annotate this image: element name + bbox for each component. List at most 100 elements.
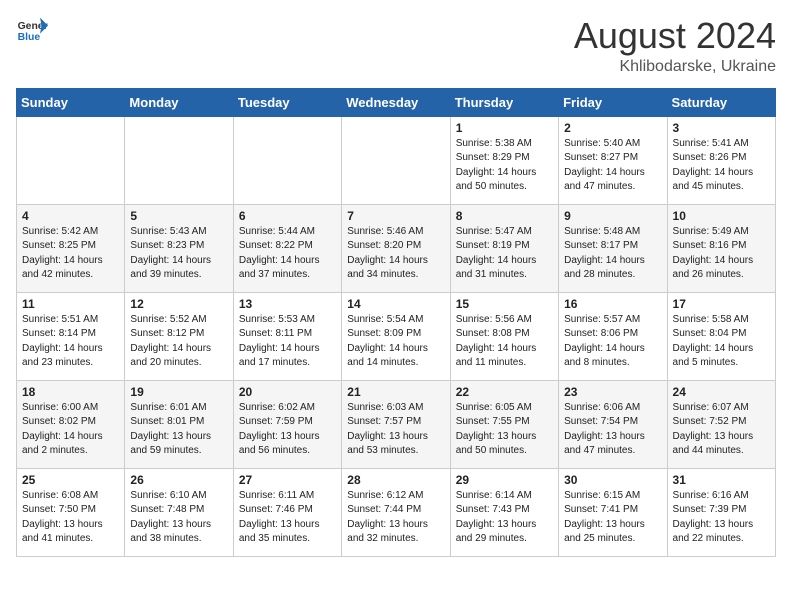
day-info: Sunrise: 5:52 AM Sunset: 8:12 PM Dayligh… [130,313,227,371]
day-info: Sunrise: 6:03 AM Sunset: 7:57 PM Dayligh… [347,401,444,459]
table-row: 18Sunrise: 6:00 AM Sunset: 8:02 PM Dayli… [17,380,125,468]
calendar-header-row: Sunday Monday Tuesday Wednesday Thursday… [17,88,776,116]
day-number: 27 [239,473,336,487]
svg-text:Blue: Blue [18,32,41,43]
day-info: Sunrise: 5:47 AM Sunset: 8:19 PM Dayligh… [456,225,553,283]
table-row: 12Sunrise: 5:52 AM Sunset: 8:12 PM Dayli… [125,292,233,380]
day-number: 1 [456,121,553,135]
table-row: 9 Sunrise: 5:48 AM Sunset: 8:17 PM Daylig… [559,204,667,292]
day-info: Sunrise: 6:08 AM Sunset: 7:50 PM Dayligh… [22,489,119,547]
table-row: 28 Sunrise: 6:12 AM Sunset: 7:44 PM Dayli… [342,468,450,556]
table-row: 5 Sunrise: 5:43 AM Sunset: 8:23 PM Daylig… [125,204,233,292]
table-row: 2 Sunrise: 5:40 AM Sunset: 8:27 PM Daylig… [559,116,667,204]
page-header: General Blue August 2024 Khlibodarske, U… [16,16,776,76]
table-row: 6 Sunrise: 5:44 AM Sunset: 8:22 PM Daylig… [233,204,341,292]
day-info: Sunrise: 6:05 AM Sunset: 7:55 PM Dayligh… [456,401,553,459]
day-info: Sunrise: 5:43 AM Sunset: 8:23 PM Dayligh… [130,225,227,283]
day-number: 6 [239,209,336,223]
calendar-week-5: 25 Sunrise: 6:08 AM Sunset: 7:50 PM Dayli… [17,468,776,556]
table-row [342,116,450,204]
calendar-week-3: 11Sunrise: 5:51 AM Sunset: 8:14 PM Dayli… [17,292,776,380]
day-number: 17 [673,297,770,311]
day-info: Sunrise: 5:40 AM Sunset: 8:27 PM Dayligh… [564,137,661,195]
table-row: 27 Sunrise: 6:11 AM Sunset: 7:46 PM Dayli… [233,468,341,556]
month-year-title: August 2024 [574,16,776,56]
table-row: 26 Sunrise: 6:10 AM Sunset: 7:48 PM Dayli… [125,468,233,556]
day-info: Sunrise: 6:16 AM Sunset: 7:39 PM Dayligh… [673,489,770,547]
day-info: Sunrise: 6:10 AM Sunset: 7:48 PM Dayligh… [130,489,227,547]
day-number: 20 [239,385,336,399]
day-number: 15 [456,297,553,311]
logo-icon: General Blue [16,16,48,44]
day-info: Sunrise: 5:57 AM Sunset: 8:06 PM Dayligh… [564,313,661,371]
col-tuesday: Tuesday [233,88,341,116]
day-number: 23 [564,385,661,399]
table-row: 10 Sunrise: 5:49 AM Sunset: 8:16 PM Dayli… [667,204,775,292]
day-number: 29 [456,473,553,487]
day-number: 2 [564,121,661,135]
day-info: Sunrise: 5:48 AM Sunset: 8:17 PM Dayligh… [564,225,661,283]
day-number: 11 [22,297,119,311]
day-number: 3 [673,121,770,135]
table-row: 22Sunrise: 6:05 AM Sunset: 7:55 PM Dayli… [450,380,558,468]
table-row: 24Sunrise: 6:07 AM Sunset: 7:52 PM Dayli… [667,380,775,468]
day-info: Sunrise: 6:07 AM Sunset: 7:52 PM Dayligh… [673,401,770,459]
table-row: 1 Sunrise: 5:38 AM Sunset: 8:29 PM Daylig… [450,116,558,204]
day-info: Sunrise: 6:11 AM Sunset: 7:46 PM Dayligh… [239,489,336,547]
table-row: 16 Sunrise: 5:57 AM Sunset: 8:06 PM Dayli… [559,292,667,380]
table-row [233,116,341,204]
day-number: 28 [347,473,444,487]
col-monday: Monday [125,88,233,116]
day-info: Sunrise: 5:44 AM Sunset: 8:22 PM Dayligh… [239,225,336,283]
location-subtitle: Khlibodarske, Ukraine [574,58,776,76]
table-row: 13Sunrise: 5:53 AM Sunset: 8:11 PM Dayli… [233,292,341,380]
day-info: Sunrise: 5:41 AM Sunset: 8:26 PM Dayligh… [673,137,770,195]
table-row [125,116,233,204]
day-info: Sunrise: 6:14 AM Sunset: 7:43 PM Dayligh… [456,489,553,547]
col-thursday: Thursday [450,88,558,116]
day-info: Sunrise: 5:46 AM Sunset: 8:20 PM Dayligh… [347,225,444,283]
day-number: 30 [564,473,661,487]
day-info: Sunrise: 5:58 AM Sunset: 8:04 PM Dayligh… [673,313,770,371]
day-info: Sunrise: 6:15 AM Sunset: 7:41 PM Dayligh… [564,489,661,547]
calendar-week-4: 18Sunrise: 6:00 AM Sunset: 8:02 PM Dayli… [17,380,776,468]
table-row: 7 Sunrise: 5:46 AM Sunset: 8:20 PM Daylig… [342,204,450,292]
day-info: Sunrise: 5:54 AM Sunset: 8:09 PM Dayligh… [347,313,444,371]
col-sunday: Sunday [17,88,125,116]
table-row: 21 Sunrise: 6:03 AM Sunset: 7:57 PM Dayli… [342,380,450,468]
day-number: 18 [22,385,119,399]
day-number: 4 [22,209,119,223]
day-number: 8 [456,209,553,223]
day-info: Sunrise: 5:42 AM Sunset: 8:25 PM Dayligh… [22,225,119,283]
day-info: Sunrise: 6:06 AM Sunset: 7:54 PM Dayligh… [564,401,661,459]
table-row: 29 Sunrise: 6:14 AM Sunset: 7:43 PM Dayli… [450,468,558,556]
table-row: 23 Sunrise: 6:06 AM Sunset: 7:54 PM Dayli… [559,380,667,468]
col-wednesday: Wednesday [342,88,450,116]
day-number: 26 [130,473,227,487]
day-number: 5 [130,209,227,223]
table-row: 8 Sunrise: 5:47 AM Sunset: 8:19 PM Daylig… [450,204,558,292]
day-number: 31 [673,473,770,487]
day-info: Sunrise: 5:56 AM Sunset: 8:08 PM Dayligh… [456,313,553,371]
table-row: 30 Sunrise: 6:15 AM Sunset: 7:41 PM Dayli… [559,468,667,556]
day-info: Sunrise: 5:38 AM Sunset: 8:29 PM Dayligh… [456,137,553,195]
day-number: 21 [347,385,444,399]
day-info: Sunrise: 6:02 AM Sunset: 7:59 PM Dayligh… [239,401,336,459]
title-block: August 2024 Khlibodarske, Ukraine [574,16,776,76]
table-row: 14Sunrise: 5:54 AM Sunset: 8:09 PM Dayli… [342,292,450,380]
day-number: 9 [564,209,661,223]
day-info: Sunrise: 6:01 AM Sunset: 8:01 PM Dayligh… [130,401,227,459]
day-number: 7 [347,209,444,223]
table-row: 11Sunrise: 5:51 AM Sunset: 8:14 PM Dayli… [17,292,125,380]
day-info: Sunrise: 6:12 AM Sunset: 7:44 PM Dayligh… [347,489,444,547]
day-number: 25 [22,473,119,487]
table-row: 31 Sunrise: 6:16 AM Sunset: 7:39 PM Dayli… [667,468,775,556]
table-row: 20 Sunrise: 6:02 AM Sunset: 7:59 PM Dayli… [233,380,341,468]
day-number: 16 [564,297,661,311]
day-number: 10 [673,209,770,223]
table-row: 3 Sunrise: 5:41 AM Sunset: 8:26 PM Daylig… [667,116,775,204]
day-info: Sunrise: 5:49 AM Sunset: 8:16 PM Dayligh… [673,225,770,283]
day-number: 19 [130,385,227,399]
table-row: 4 Sunrise: 5:42 AM Sunset: 8:25 PM Daylig… [17,204,125,292]
table-row: 25 Sunrise: 6:08 AM Sunset: 7:50 PM Dayli… [17,468,125,556]
